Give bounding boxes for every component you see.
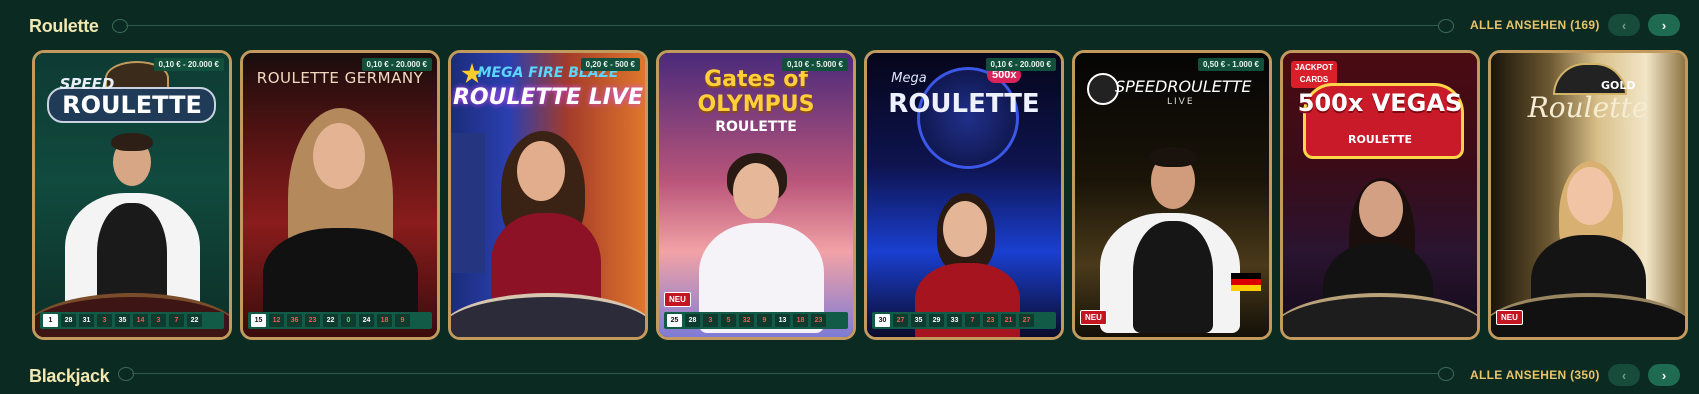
result-number: 22 <box>187 314 202 327</box>
results-bar: 30 27 35 29 33 7 23 21 27 <box>872 312 1056 329</box>
result-number: 28 <box>61 314 76 327</box>
dealer-hair <box>1149 147 1197 167</box>
dealer-vest <box>1133 221 1213 333</box>
logo-roulette: Roulette <box>1527 91 1649 124</box>
stake-badge: 0,10 € - 5.000 € <box>781 58 848 71</box>
section-header-roulette: Roulette ALLE ANSEHEN (169) ‹ › <box>0 6 1699 46</box>
number-board <box>451 133 485 273</box>
stake-badge: 0,10 € - 20.000 € <box>361 58 432 71</box>
logo-roulette-live: ROULETTE LIVE <box>452 85 644 110</box>
logo-mega: Mega <box>891 71 927 86</box>
result-number: 18 <box>793 314 808 327</box>
logo-roulette: ROULETTE <box>62 91 202 119</box>
stake-badge: 0,10 € - 20.000 € <box>985 58 1056 71</box>
result-number: 3 <box>97 314 112 327</box>
logo-speedroulette: SPEEDROULETTE <box>1115 77 1252 96</box>
logo-roulette-germany: ROULETTE GERMANY <box>256 69 424 87</box>
section-divider <box>132 373 1438 374</box>
result-number: 23 <box>983 314 998 327</box>
result-number: 31 <box>79 314 94 327</box>
game-card-speed-roulette[interactable]: SPEED ROULETTE 0,10 € - 20.000 € 1 28 31… <box>32 50 232 340</box>
result-number: 12 <box>269 314 284 327</box>
german-flag-icon <box>1231 273 1261 291</box>
logo-gates-of-olympus: Gates of OLYMPUS <box>697 67 815 117</box>
view-all-link[interactable]: ALLE ANSEHEN (169) <box>1470 18 1600 32</box>
new-badge: NEU <box>1080 310 1107 325</box>
stake-badge: 0,10 € - 20.000 € <box>153 58 224 71</box>
divider-ornament <box>1438 19 1454 33</box>
result-number: 7 <box>965 314 980 327</box>
new-badge: NEU <box>664 292 691 307</box>
result-number: 27 <box>1019 314 1034 327</box>
result-number: 3 <box>151 314 166 327</box>
game-card-gold-roulette[interactable]: GOLD Roulette NEU <box>1488 50 1688 340</box>
divider-ornament <box>112 19 128 33</box>
dealer-head <box>1359 181 1403 237</box>
game-card-roulette-germany[interactable]: ROULETTE GERMANY 0,10 € - 20.000 € 15 12… <box>240 50 440 340</box>
divider-ornament <box>1438 367 1454 381</box>
chevron-right-icon[interactable]: › <box>1648 364 1680 386</box>
dealer-hair <box>111 133 153 151</box>
result-number: 1 <box>43 314 58 327</box>
stake-badge: 0,50 € - 1.000 € <box>1197 58 1264 71</box>
result-number: 24 <box>359 314 374 327</box>
result-number: 32 <box>739 314 754 327</box>
result-number: 27 <box>893 314 908 327</box>
result-number: 7 <box>169 314 184 327</box>
chevron-left-icon[interactable]: ‹ <box>1608 364 1640 386</box>
result-number: 14 <box>133 314 148 327</box>
chevron-left-icon[interactable]: ‹ <box>1608 14 1640 36</box>
logo-roulette: ROULETTE <box>1347 133 1413 146</box>
result-number: 33 <box>947 314 962 327</box>
result-number: 30 <box>875 314 890 327</box>
result-number: 9 <box>757 314 772 327</box>
result-number: 13 <box>775 314 790 327</box>
new-badge: NEU <box>1496 310 1523 325</box>
view-all-link[interactable]: ALLE ANSEHEN (350) <box>1470 368 1600 382</box>
result-number: 28 <box>685 314 700 327</box>
result-number: 21 <box>1001 314 1016 327</box>
stake-badge: 0,20 € - 500 € <box>580 58 640 71</box>
dealer-head <box>943 201 987 257</box>
results-bar: 1 28 31 3 35 14 3 7 22 <box>40 312 224 329</box>
result-number: 23 <box>305 314 320 327</box>
dealer-head <box>1567 167 1613 225</box>
dealer-head <box>733 163 779 219</box>
section-title: Blackjack <box>29 366 110 386</box>
result-number: 22 <box>323 314 338 327</box>
result-number: 25 <box>667 314 682 327</box>
result-number: 0 <box>341 314 356 327</box>
section-divider <box>126 25 1438 26</box>
section-title: Roulette <box>29 16 99 36</box>
divider-ornament <box>118 367 134 381</box>
dealer-head <box>517 141 565 201</box>
result-number: 35 <box>115 314 130 327</box>
chevron-right-icon[interactable]: › <box>1648 14 1680 36</box>
game-card-mega-fire-blaze-roulette[interactable]: MEGA FIRE BLAZE ROULETTE LIVE 0,20 € - 5… <box>448 50 648 340</box>
result-number: 35 <box>911 314 926 327</box>
result-number: 9 <box>395 314 410 327</box>
result-number: 15 <box>251 314 266 327</box>
game-card-speedroulette-live[interactable]: SPEEDROULETTE LIVE 0,50 € - 1.000 € NEU <box>1072 50 1272 340</box>
game-card-gates-of-olympus-roulette[interactable]: Gates of OLYMPUS ROULETTE 0,10 € - 5.000… <box>656 50 856 340</box>
results-bar: 15 12 36 23 22 0 24 18 9 <box>248 312 432 329</box>
result-number: 36 <box>287 314 302 327</box>
results-bar: 25 28 3 5 32 9 13 18 23 <box>664 312 848 329</box>
result-number: 3 <box>703 314 718 327</box>
result-number: 23 <box>811 314 826 327</box>
logo-500x-vegas: 500x VEGAS <box>1297 89 1463 117</box>
logo-roulette: ROULETTE <box>715 119 797 135</box>
logo-roulette: ROULETTE <box>888 89 1040 119</box>
game-card-mega-roulette[interactable]: Mega ROULETTE 500x 0,10 € - 20.000 € 30 … <box>864 50 1064 340</box>
result-number: 29 <box>929 314 944 327</box>
result-number: 18 <box>377 314 392 327</box>
dealer-head <box>313 123 365 189</box>
game-card-vegas-roulette[interactable]: JACKPOT CARDS 500x VEGAS ROULETTE <box>1280 50 1480 340</box>
logo-live: LIVE <box>1167 97 1195 107</box>
section-header-blackjack: Blackjack ALLE ANSEHEN (350) ‹ › <box>0 354 1699 394</box>
result-number: 5 <box>721 314 736 327</box>
